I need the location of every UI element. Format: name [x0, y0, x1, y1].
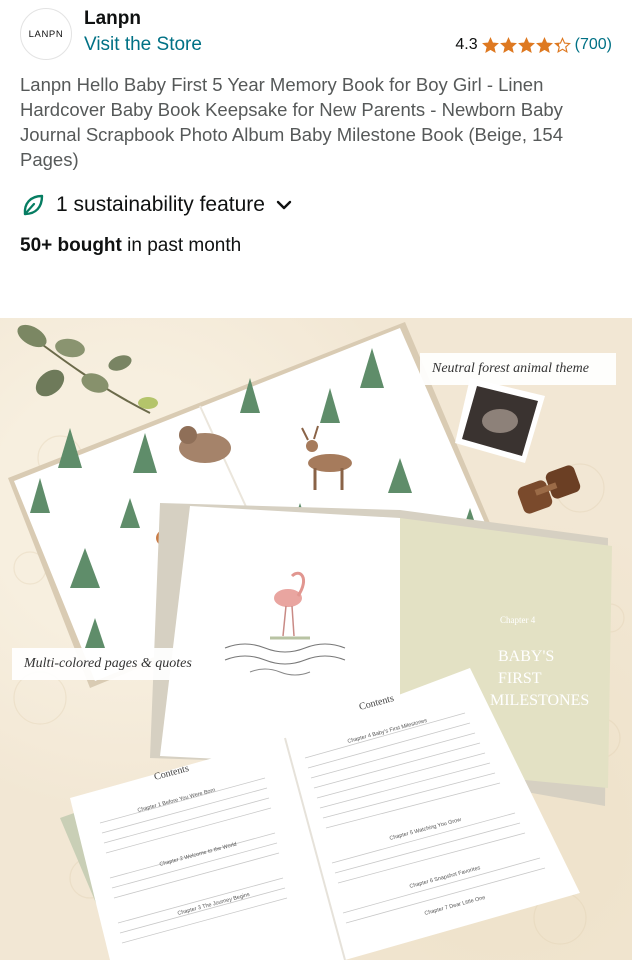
chapter-title-line-2: FIRST [498, 670, 542, 687]
brand-name[interactable]: Lanpn [84, 8, 141, 30]
star-icon [481, 36, 499, 53]
star-icon [553, 36, 571, 53]
visit-store-link[interactable]: Visit the Store [84, 34, 202, 56]
chapter-number-text: Chapter 4 [500, 615, 536, 625]
callout-multicolor-pages: Multi-colored pages & quotes [12, 648, 216, 680]
star-icon [535, 36, 553, 53]
sustainability-label: 1 sustainability feature [56, 193, 265, 216]
chapter-title-line-1: BABY'S [498, 648, 554, 665]
product-photo-illustration: Chapter 4 BABY'S FIRST MILESTONES Conten… [8, 322, 625, 960]
rating-value: 4.3 [455, 36, 478, 53]
rating-stars [481, 36, 571, 54]
product-page: LANPN Lanpn Visit the Store 4.3 (700) La… [0, 0, 632, 960]
ultrasound-photo [455, 378, 545, 463]
brand-logo[interactable]: LANPN [20, 8, 72, 60]
chevron-down-icon [275, 196, 293, 214]
leaf-icon [20, 192, 46, 218]
wooden-rattle [517, 465, 581, 514]
rating-summary[interactable]: 4.3 (700) [455, 36, 612, 54]
product-title: Lanpn Hello Baby First 5 Year Memory Boo… [20, 74, 563, 170]
bought-count: 50+ bought [20, 235, 122, 256]
brand-logo-text: LANPN [28, 28, 64, 40]
bought-period: in past month [121, 235, 242, 256]
bought-in-past-month: 50+ bought in past month [20, 235, 241, 257]
rating-count[interactable]: (700) [575, 36, 612, 54]
chapter-title-line-3: MILESTONES [490, 692, 589, 709]
callout-forest-theme: Neutral forest animal theme [420, 353, 616, 385]
product-image[interactable]: Chapter 4 BABY'S FIRST MILESTONES Conten… [0, 318, 632, 960]
sustainability-toggle[interactable]: 1 sustainability feature [20, 192, 293, 218]
eucalyptus-branch [17, 324, 158, 414]
star-icon [517, 36, 535, 53]
star-icon [499, 36, 517, 53]
